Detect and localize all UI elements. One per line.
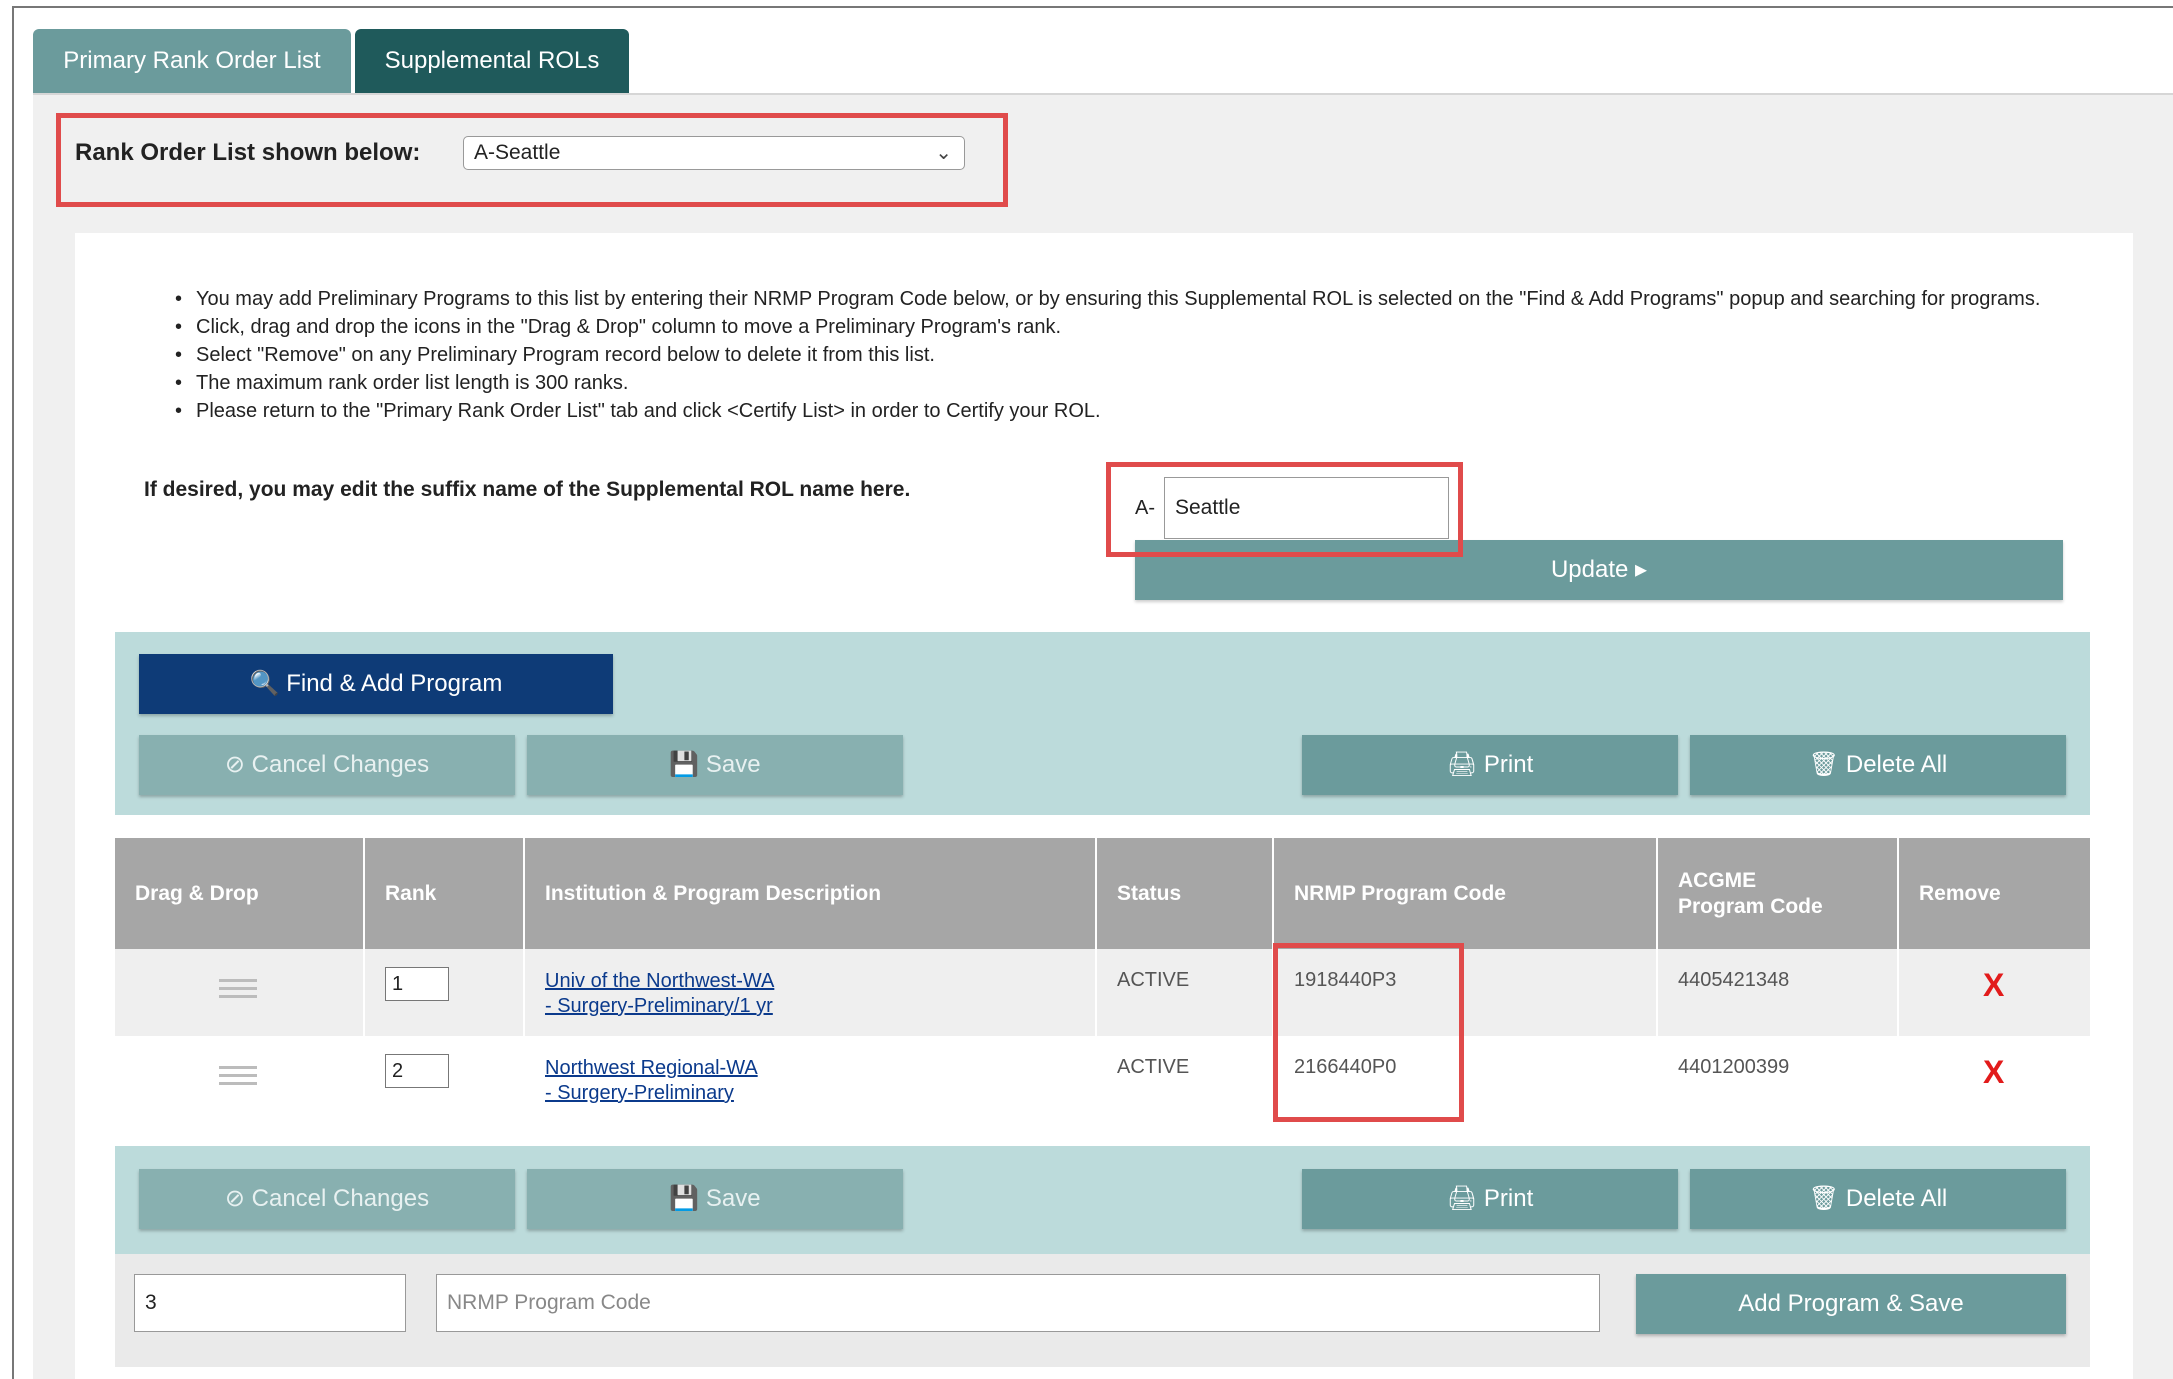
rank-cell: 1	[365, 949, 525, 1036]
column-header-nrmp-code: NRMP Program Code	[1274, 838, 1658, 949]
institution-cell: Northwest Regional-WA - Surgery-Prelimin…	[525, 1036, 1097, 1123]
printer-icon: 🖨	[1446, 1185, 1478, 1212]
program-link[interactable]: Univ of the Northwest-WA	[545, 969, 1095, 994]
table-header-row: Drag & Drop Rank Institution & Program D…	[115, 838, 2090, 949]
nrmp-code-value: 2166440P0	[1294, 1056, 1397, 1078]
institution-cell: Univ of the Northwest-WA - Surgery-Preli…	[525, 949, 1097, 1036]
nrmp-code-placeholder: NRMP Program Code	[447, 1291, 651, 1314]
column-header-institution: Institution & Program Description	[525, 838, 1097, 949]
suffix-label: If desired, you may edit the suffix name…	[144, 478, 911, 501]
find-add-program-button[interactable]: 🔍 Find & Add Program	[139, 654, 613, 714]
remove-icon[interactable]: X	[1983, 967, 2004, 1004]
column-header-remove: Remove	[1919, 881, 2001, 905]
acgme-code-cell: 4405421348	[1658, 949, 1899, 1036]
cancel-icon: ⊘	[224, 1185, 245, 1212]
column-header-drag-drop: Drag & Drop	[115, 838, 365, 949]
column-header-acgme-code: ACGME Program Code	[1658, 838, 1899, 949]
rol-selector-label: Rank Order List shown below:	[75, 139, 421, 166]
instruction-item: Select "Remove" on any Preliminary Progr…	[175, 341, 2095, 369]
rank-input[interactable]: 2	[385, 1054, 449, 1088]
add-program-panel: 3 NRMP Program Code Add Program & Save	[115, 1254, 2090, 1367]
instructions-list: You may add Preliminary Programs to this…	[175, 285, 2095, 425]
drag-handle-icon[interactable]	[219, 1066, 257, 1092]
tab-supplemental-rols[interactable]: Supplemental ROLs	[355, 29, 629, 93]
tab-divider	[33, 93, 2173, 95]
add-rank-value: 3	[145, 1291, 157, 1314]
cancel-icon: ⊘	[224, 751, 245, 778]
instruction-item: The maximum rank order list length is 30…	[175, 369, 2095, 397]
cancel-changes-button[interactable]: ⊘ Cancel Changes	[139, 735, 515, 795]
program-link[interactable]: - Surgery-Preliminary/1 yr	[545, 994, 1095, 1019]
add-program-save-button[interactable]: Add Program & Save	[1636, 1274, 2066, 1334]
print-label: Print	[1483, 1185, 1534, 1212]
remove-cell: X	[1899, 1036, 2090, 1123]
chevron-down-icon: ⌄	[935, 142, 952, 164]
print-button[interactable]: 🖨 Print	[1302, 735, 1678, 795]
print-button[interactable]: 🖨 Print	[1302, 1169, 1678, 1229]
nrmp-code-input[interactable]: NRMP Program Code	[436, 1274, 1600, 1332]
instruction-item: Click, drag and drop the icons in the "D…	[175, 313, 2095, 341]
search-plus-icon: 🔍	[249, 670, 280, 697]
rank-order-table: Drag & Drop Rank Institution & Program D…	[115, 838, 2090, 1123]
bottom-toolbar-panel: ⊘ Cancel Changes 💾 Save 🖨 Print 🗑 Delete…	[115, 1146, 2090, 1254]
supplemental-rol-card: You may add Preliminary Programs to this…	[75, 233, 2133, 1379]
acgme-code-value: 4405421348	[1678, 969, 1790, 991]
drag-handle-icon[interactable]	[219, 979, 257, 1005]
column-header-status: Status	[1097, 838, 1274, 949]
print-label: Print	[1483, 751, 1534, 778]
save-button[interactable]: 💾 Save	[527, 1169, 903, 1229]
acgme-code-value: 4401200399	[1678, 1056, 1790, 1078]
remove-cell: X	[1899, 949, 2090, 1036]
cancel-changes-label: Cancel Changes	[251, 1185, 430, 1212]
status-cell: ACTIVE	[1097, 1036, 1274, 1123]
delete-all-label: Delete All	[1845, 751, 1948, 778]
table-row: 1 Univ of the Northwest-WA - Surgery-Pre…	[115, 949, 2090, 1036]
update-button[interactable]: Update ▸	[1135, 540, 2063, 600]
delete-all-button[interactable]: 🗑 Delete All	[1690, 1169, 2066, 1229]
suffix-name-input[interactable]: Seattle	[1164, 477, 1449, 539]
tab-primary-rank-order-list[interactable]: Primary Rank Order List	[33, 29, 351, 93]
instruction-item: Please return to the "Primary Rank Order…	[175, 397, 2095, 425]
save-label: Save	[705, 751, 761, 778]
instruction-item: You may add Preliminary Programs to this…	[175, 285, 2095, 313]
drag-cell	[115, 1036, 365, 1123]
status-value: ACTIVE	[1117, 1056, 1190, 1078]
rank-cell: 2	[365, 1036, 525, 1123]
cancel-changes-button[interactable]: ⊘ Cancel Changes	[139, 1169, 515, 1229]
delete-all-label: Delete All	[1845, 1185, 1948, 1212]
save-button[interactable]: 💾 Save	[527, 735, 903, 795]
rol-select-value: A-Seattle	[474, 141, 561, 164]
trash-icon: 🗑	[1808, 1185, 1840, 1212]
remove-icon[interactable]: X	[1983, 1054, 2004, 1091]
column-header-rank: Rank	[365, 838, 525, 949]
nrmp-code-cell: 1918440P3	[1274, 949, 1658, 1036]
rank-input[interactable]: 1	[385, 967, 449, 1001]
delete-all-button[interactable]: 🗑 Delete All	[1690, 735, 2066, 795]
nrmp-code-value: 1918440P3	[1294, 969, 1397, 991]
trash-icon: 🗑	[1808, 751, 1840, 778]
save-label: Save	[705, 1185, 761, 1212]
program-link[interactable]: - Surgery-Preliminary	[545, 1081, 1095, 1106]
cancel-changes-label: Cancel Changes	[251, 751, 430, 778]
printer-icon: 🖨	[1446, 751, 1478, 778]
find-add-program-label: Find & Add Program	[286, 670, 503, 697]
status-cell: ACTIVE	[1097, 949, 1274, 1036]
save-icon: 💾	[669, 751, 700, 778]
top-toolbar-panel: 🔍 Find & Add Program ⊘ Cancel Changes 💾 …	[115, 632, 2090, 815]
save-icon: 💾	[669, 1185, 700, 1212]
table-row: 2 Northwest Regional-WA - Surgery-Prelim…	[115, 1036, 2090, 1123]
acgme-code-cell: 4401200399	[1658, 1036, 1899, 1123]
nrmp-code-cell: 2166440P0	[1274, 1036, 1658, 1123]
suffix-prefix: A-	[1135, 497, 1155, 519]
status-value: ACTIVE	[1117, 969, 1190, 991]
drag-cell	[115, 949, 365, 1036]
rol-select-dropdown[interactable]: A-Seattle ⌄	[463, 136, 965, 170]
add-rank-input[interactable]: 3	[134, 1274, 406, 1332]
program-link[interactable]: Northwest Regional-WA	[545, 1056, 1095, 1081]
